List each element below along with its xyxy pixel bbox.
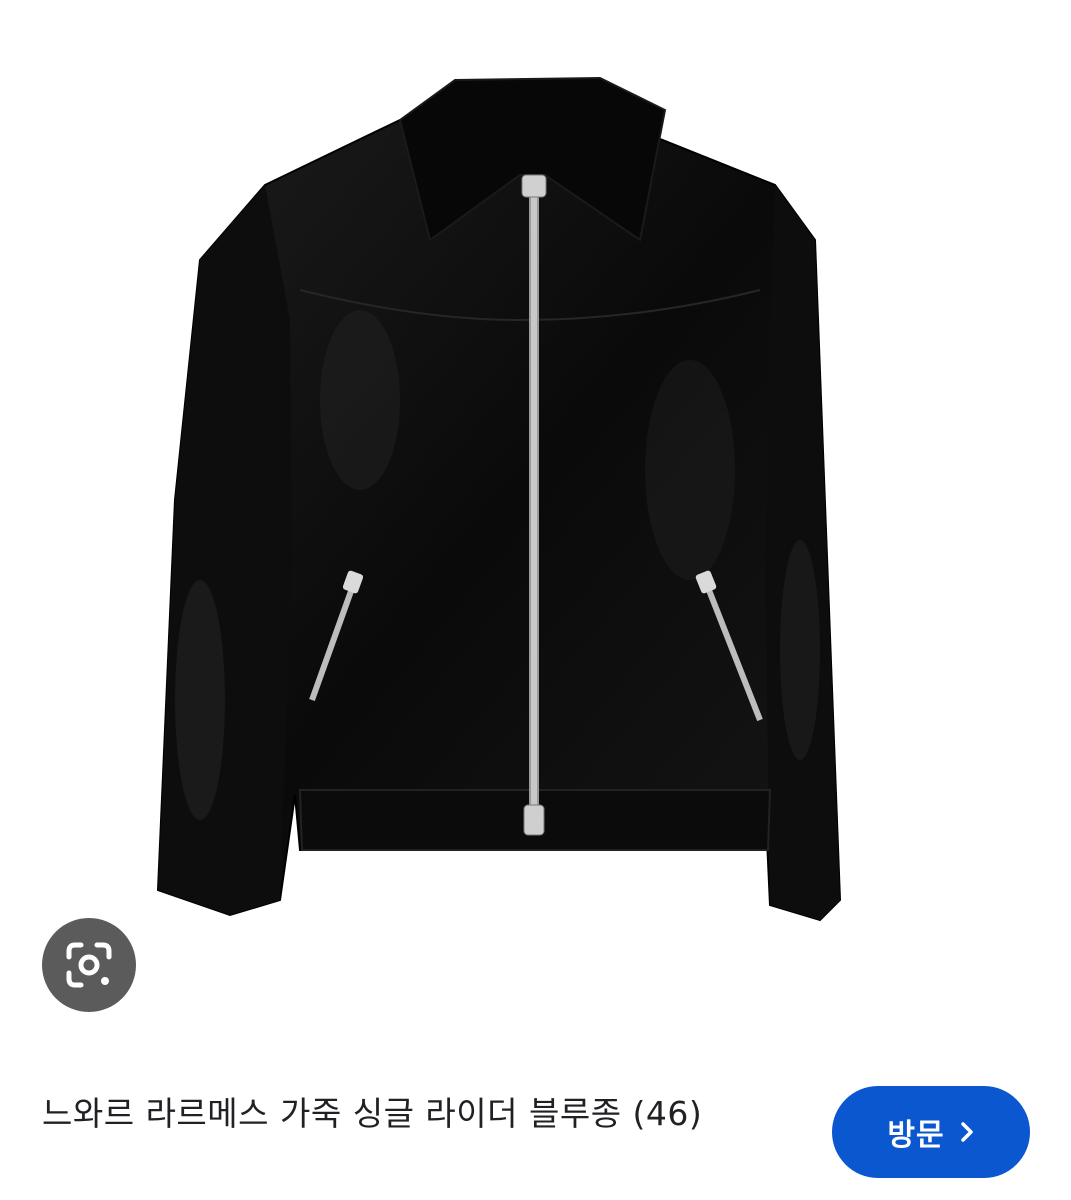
- product-title[interactable]: 느와르 라르메스 가죽 싱글 라이더 블루종 (46): [42, 1090, 782, 1138]
- chevron-right-icon: [959, 1120, 975, 1144]
- leather-jacket-photo: [156, 76, 842, 922]
- google-lens-button[interactable]: [42, 918, 136, 1012]
- visit-button[interactable]: 방문: [832, 1086, 1030, 1178]
- google-lens-icon: [66, 942, 112, 988]
- product-image[interactable]: [0, 0, 1071, 1060]
- visit-button-label: 방문: [887, 1118, 945, 1153]
